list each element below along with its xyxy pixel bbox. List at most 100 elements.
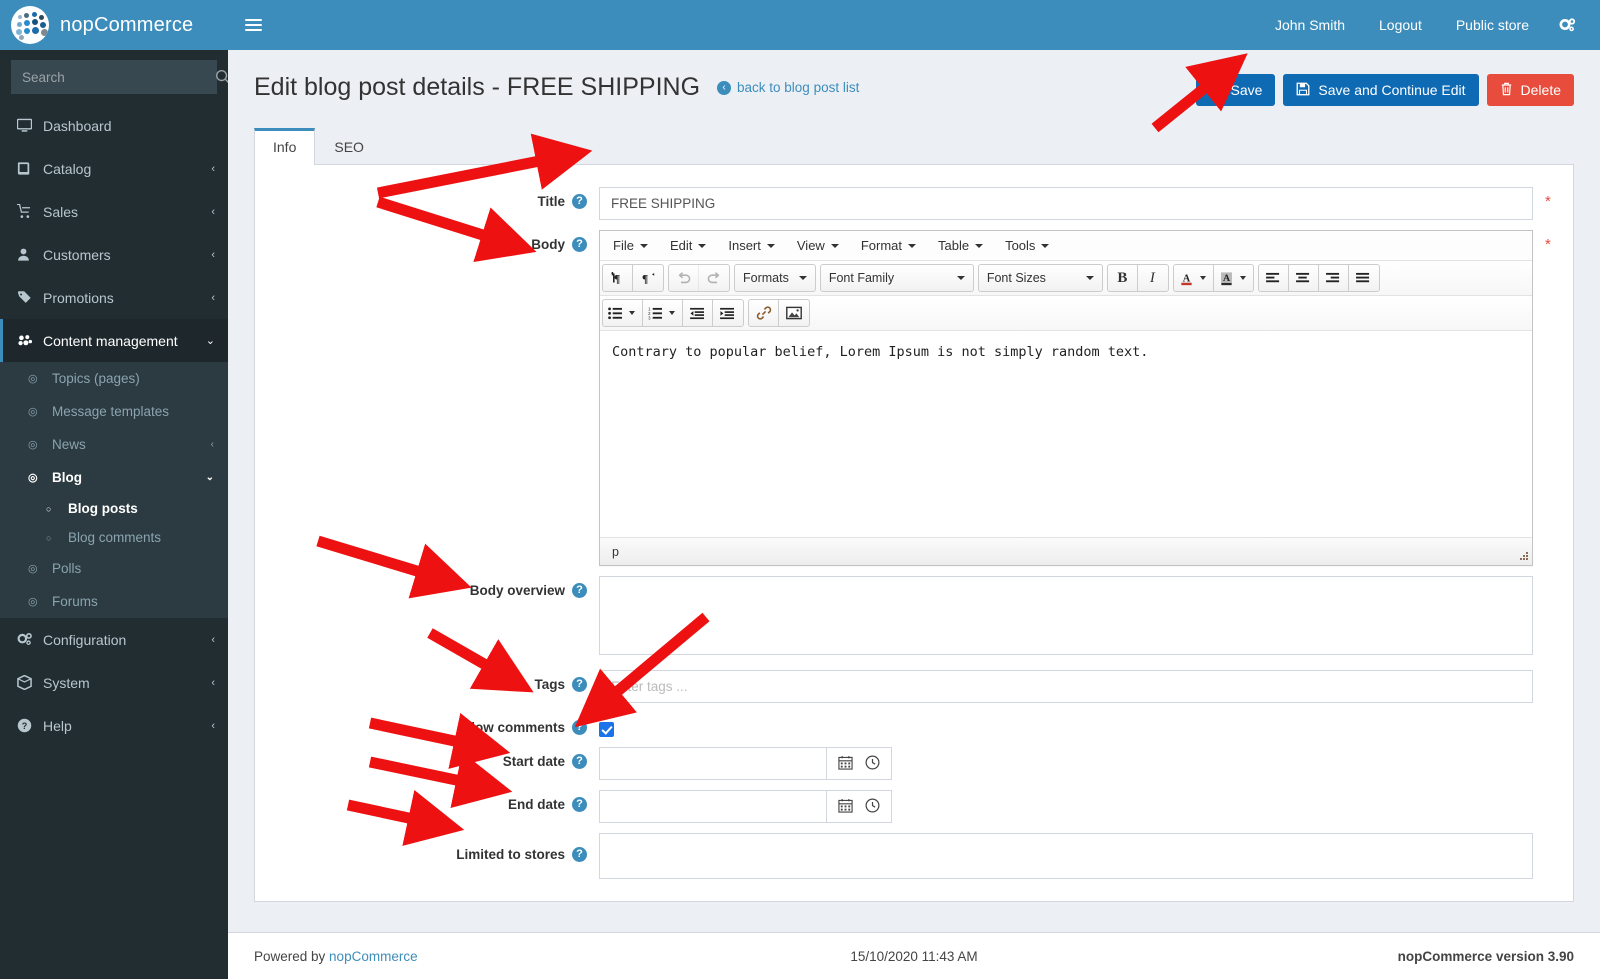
back-to-blog-post-list-link[interactable]: ‹ back to blog post list [717, 72, 859, 95]
delete-button[interactable]: Delete [1486, 74, 1574, 106]
sidebar-item-blog-comments[interactable]: ○ Blog comments [0, 523, 228, 552]
menu-table[interactable]: Table [927, 233, 994, 258]
editor-status-bar: p [600, 537, 1532, 565]
calendar-icon[interactable] [838, 798, 853, 816]
logout-link[interactable]: Logout [1362, 0, 1439, 50]
chevron-down-icon [908, 243, 916, 248]
editor-content-area[interactable]: Contrary to popular belief, Lorem Ipsum … [600, 331, 1532, 537]
undo-icon[interactable] [669, 265, 699, 291]
sidebar-item-system[interactable]: System ‹ [0, 661, 228, 704]
sidebar-item-news[interactable]: ◎ News ‹ [0, 428, 228, 461]
topbar-nav: John Smith Logout Public store [1258, 0, 1582, 50]
sidebar-item-label: Configuration [43, 631, 127, 648]
bullet-list-icon[interactable] [603, 300, 629, 326]
sidebar-item-sales[interactable]: Sales ‹ [0, 190, 228, 233]
link-icon[interactable] [749, 300, 779, 326]
font-family-dropdown[interactable]: Font Family [821, 265, 973, 291]
sidebar-item-customers[interactable]: Customers ‹ [0, 233, 228, 276]
sidebar-item-message-templates[interactable]: ◎ Message templates [0, 395, 228, 428]
align-justify-icon[interactable] [1349, 265, 1379, 291]
menu-file[interactable]: File [602, 233, 659, 258]
limited-to-stores-select[interactable] [599, 833, 1533, 879]
forecolor-split[interactable]: A [1174, 265, 1214, 291]
sidebar-item-help[interactable]: ? Help ‹ [0, 704, 228, 747]
question-circle-icon[interactable]: ? [572, 677, 587, 692]
title-input[interactable] [599, 187, 1533, 220]
bold-icon[interactable]: B [1108, 265, 1138, 291]
sidebar-item-forums[interactable]: ◎ Forums [0, 585, 228, 618]
menu-view[interactable]: View [786, 233, 850, 258]
svg-text:A: A [1223, 272, 1231, 283]
menu-edit[interactable]: Edit [659, 233, 717, 258]
redo-icon[interactable] [699, 265, 729, 291]
clock-icon[interactable] [865, 755, 880, 773]
body-overview-textarea[interactable] [599, 576, 1533, 655]
editor-resize-handle[interactable] [1518, 552, 1528, 562]
save-button[interactable]: Save [1195, 74, 1276, 106]
question-circle-icon[interactable]: ? [572, 797, 587, 812]
brand-logo-area[interactable]: nopCommerce [0, 0, 228, 50]
tags-input[interactable] [599, 670, 1533, 703]
align-right-icon[interactable] [1319, 265, 1349, 291]
form-row-end-date: End date ? [269, 790, 1559, 823]
align-left-icon[interactable] [1259, 265, 1289, 291]
sidebar-item-polls[interactable]: ◎ Polls [0, 552, 228, 585]
align-center-icon[interactable] [1289, 265, 1319, 291]
chevron-left-icon: ‹ [210, 439, 214, 450]
cogs-icon[interactable] [1546, 17, 1582, 34]
editor-element-path[interactable]: p [612, 545, 619, 559]
menu-tools[interactable]: Tools [994, 233, 1060, 258]
highlight-color-icon[interactable]: A [1214, 265, 1240, 291]
main-area: John Smith Logout Public store Edit blog… [228, 0, 1600, 979]
sidebar-item-catalog[interactable]: Catalog ‹ [0, 147, 228, 190]
rich-text-editor[interactable]: File Edit Insert View Format Table Tools… [599, 230, 1533, 566]
user-icon [17, 247, 43, 262]
question-circle-icon[interactable]: ? [572, 237, 587, 252]
font-sizes-dropdown[interactable]: Font Sizes [979, 265, 1102, 291]
end-date-addon[interactable] [826, 790, 892, 823]
sidebar-item-promotions[interactable]: Promotions ‹ [0, 276, 228, 319]
italic-icon[interactable]: I [1138, 265, 1168, 291]
save-and-continue-edit-button[interactable]: Save and Continue Edit [1283, 74, 1479, 106]
question-circle-icon[interactable]: ? [572, 754, 587, 769]
ltr-paragraph-icon[interactable]: ¶ [603, 265, 633, 291]
sidebar-item-configuration[interactable]: Configuration ‹ [0, 618, 228, 661]
sidebar-item-content-management[interactable]: Content management ⌄ [0, 319, 228, 362]
search-input[interactable] [12, 69, 209, 85]
start-date-addon[interactable] [826, 747, 892, 780]
outdent-icon[interactable] [683, 300, 713, 326]
menu-format[interactable]: Format [850, 233, 927, 258]
rtl-paragraph-icon[interactable]: ¶ [633, 265, 663, 291]
body-overview-control [599, 576, 1533, 660]
tab-info[interactable]: Info [254, 128, 316, 165]
end-date-input[interactable] [599, 790, 826, 823]
calendar-icon[interactable] [838, 755, 853, 773]
indent-icon[interactable] [713, 300, 743, 326]
backcolor-split[interactable]: A [1214, 265, 1253, 291]
clock-icon[interactable] [865, 798, 880, 816]
menu-insert[interactable]: Insert [717, 233, 786, 258]
question-circle-icon[interactable]: ? [572, 194, 587, 209]
text-color-icon[interactable]: A [1174, 265, 1200, 291]
sidebar-item-topics-pages[interactable]: ◎ Topics (pages) [0, 362, 228, 395]
allow-comments-checkbox[interactable] [599, 722, 614, 737]
sidebar-item-dashboard[interactable]: Dashboard [0, 104, 228, 147]
question-circle-icon[interactable]: ? [572, 720, 587, 735]
formats-dropdown[interactable]: Formats [735, 265, 815, 291]
user-name-link[interactable]: John Smith [1258, 0, 1362, 50]
sidebar-subitem-label: Topics (pages) [52, 371, 140, 386]
numbered-list-icon[interactable]: 1 2 3 [643, 300, 669, 326]
question-circle-icon[interactable]: ? [572, 583, 587, 598]
question-circle-icon[interactable]: ? [572, 847, 587, 862]
numbered-list-split[interactable]: 1 2 3 [643, 300, 683, 326]
nopcommerce-link[interactable]: nopCommerce [329, 949, 418, 964]
tab-seo[interactable]: SEO [315, 128, 383, 165]
sidebar-item-blog-posts[interactable]: ○ Blog posts [0, 494, 228, 523]
public-store-link[interactable]: Public store [1439, 0, 1546, 50]
search-box[interactable] [11, 60, 231, 94]
hamburger-icon[interactable] [228, 0, 278, 50]
sidebar-item-blog[interactable]: ◎ Blog ⌄ [0, 461, 228, 494]
start-date-input[interactable] [599, 747, 826, 780]
bullet-list-split[interactable] [603, 300, 643, 326]
image-icon[interactable] [779, 300, 809, 326]
